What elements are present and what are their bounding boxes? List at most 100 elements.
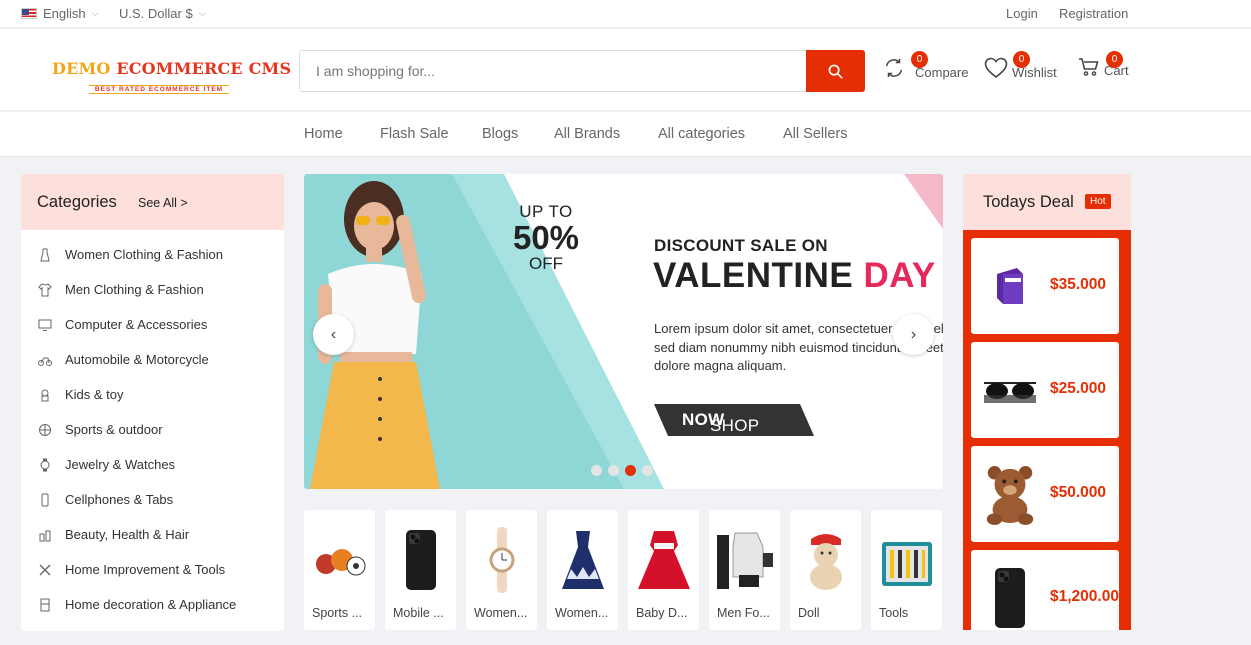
smartphone-icon bbox=[385, 520, 456, 600]
registration-link[interactable]: Registration bbox=[1059, 6, 1128, 21]
search-input[interactable] bbox=[300, 51, 806, 91]
category-label: Beauty, Health & Hair bbox=[65, 527, 190, 542]
software-box-icon bbox=[981, 256, 1039, 316]
nav-all-categories[interactable]: All categories bbox=[658, 126, 745, 142]
slider-dot[interactable] bbox=[642, 465, 653, 476]
todays-deal-panel: Todays Deal Hot $35.000 $25.000 $50.000 $1,… bbox=[963, 174, 1131, 630]
search-button[interactable] bbox=[806, 50, 865, 92]
shirt-icon bbox=[38, 282, 52, 297]
todays-deal-title: Todays Deal bbox=[983, 193, 1074, 211]
currency-selector[interactable]: U.S. Dollar $ ⌵ bbox=[119, 6, 206, 21]
currency-label: U.S. Dollar $ bbox=[119, 6, 193, 21]
product-name: Men Fo... bbox=[717, 606, 770, 620]
search-icon bbox=[828, 64, 843, 78]
category-item[interactable]: Beauty, Health & Hair bbox=[21, 517, 284, 552]
category-item[interactable]: Kids & toy bbox=[21, 377, 284, 412]
wishlist-button[interactable]: 0 Wishlist bbox=[984, 51, 1057, 80]
men-outfit-icon bbox=[709, 520, 780, 600]
shop-now-button[interactable]: SHOP NOW bbox=[654, 404, 814, 436]
category-item[interactable]: Home Improvement & Tools bbox=[21, 552, 284, 587]
category-label: Automobile & Motorcycle bbox=[65, 352, 209, 367]
nav-blogs[interactable]: Blogs bbox=[482, 126, 518, 142]
product-name: Doll bbox=[798, 606, 820, 620]
deal-price: $50.000 bbox=[1050, 484, 1107, 501]
baby-dress-icon bbox=[628, 520, 699, 600]
category-item[interactable]: Automobile & Motorcycle bbox=[21, 342, 284, 377]
category-product-card[interactable]: Women... bbox=[547, 510, 618, 630]
category-label: Cellphones & Tabs bbox=[65, 492, 174, 507]
todays-deal-header: Todays Deal Hot bbox=[963, 174, 1131, 230]
compare-count-badge: 0 bbox=[911, 51, 928, 68]
dress-icon bbox=[547, 520, 618, 600]
smartphone-icon bbox=[981, 568, 1039, 628]
chevron-left-icon: ‹ bbox=[330, 325, 337, 343]
heart-icon bbox=[984, 57, 1008, 79]
deal-card[interactable]: $25.000 bbox=[971, 342, 1119, 438]
category-product-card[interactable]: Doll bbox=[790, 510, 861, 630]
motorcycle-icon bbox=[38, 353, 52, 367]
promo-percent: UP TO 50% OFF bbox=[502, 202, 590, 274]
language-selector[interactable]: English ⌵ bbox=[21, 6, 98, 21]
slider-dot[interactable] bbox=[608, 465, 619, 476]
nav-home[interactable]: Home bbox=[304, 126, 343, 142]
toolbox-icon bbox=[871, 520, 942, 600]
category-product-card[interactable]: Mobile ... bbox=[385, 510, 456, 630]
language-label: English bbox=[43, 6, 86, 21]
sunglasses-icon bbox=[981, 360, 1039, 420]
logo-tagline: BEST RATED ECOMMERCE ITEM bbox=[88, 85, 230, 94]
chevron-right-icon: › bbox=[910, 325, 917, 343]
header: DEMO ECOMMERCE CMS BEST RATED ECOMMERCE … bbox=[0, 29, 1251, 111]
sports-icon bbox=[38, 423, 52, 437]
category-product-card[interactable]: Sports ... bbox=[304, 510, 375, 630]
banner-next-button[interactable]: › bbox=[893, 314, 934, 355]
category-item[interactable]: Women Clothing & Fashion bbox=[21, 237, 284, 272]
category-label: Women Clothing & Fashion bbox=[65, 247, 224, 262]
hero-banner[interactable]: UP TO 50% OFF DISCOUNT SALE ON VALENTINE… bbox=[304, 174, 943, 489]
appliance-icon bbox=[38, 598, 52, 612]
compare-button[interactable]: 0 Compare bbox=[883, 51, 968, 80]
compare-icon bbox=[885, 58, 903, 78]
categories-title: Categories bbox=[37, 193, 117, 211]
category-product-card[interactable]: Women... bbox=[466, 510, 537, 630]
category-label: Computer & Accessories bbox=[65, 317, 208, 332]
cart-button[interactable]: 0 Cart bbox=[1078, 51, 1129, 78]
category-item[interactable]: Jewelry & Watches bbox=[21, 447, 284, 482]
slider-dot[interactable] bbox=[625, 465, 636, 476]
nav-flash-sale[interactable]: Flash Sale bbox=[380, 126, 449, 142]
hot-badge: Hot bbox=[1085, 194, 1111, 209]
login-link[interactable]: Login bbox=[1006, 6, 1038, 21]
category-item[interactable]: Cellphones & Tabs bbox=[21, 482, 284, 517]
category-item[interactable]: Computer & Accessories bbox=[21, 307, 284, 342]
product-name: Women... bbox=[474, 606, 528, 620]
site-logo[interactable]: DEMO ECOMMERCE CMS BEST RATED ECOMMERCE … bbox=[52, 59, 291, 96]
shop-text: SHOP bbox=[710, 416, 760, 435]
category-label: Men Clothing & Fashion bbox=[65, 282, 204, 297]
valentine-heading: VALENTINE DAY bbox=[653, 256, 936, 296]
cart-count-badge: 0 bbox=[1106, 51, 1123, 68]
dress-icon bbox=[38, 248, 52, 262]
shop-now-label: SHOP NOW bbox=[682, 410, 759, 435]
categories-header: Categories See All > bbox=[21, 174, 284, 230]
deal-card[interactable]: $35.000 bbox=[971, 238, 1119, 334]
banner-prev-button[interactable]: ‹ bbox=[313, 314, 354, 355]
nav-all-brands[interactable]: All Brands bbox=[554, 126, 620, 142]
deal-price: $25.000 bbox=[1050, 380, 1107, 397]
deal-card[interactable]: $1,200.00 bbox=[971, 550, 1119, 630]
nav-all-sellers[interactable]: All Sellers bbox=[783, 126, 847, 142]
logo-text-a: DEMO bbox=[52, 59, 111, 78]
category-item[interactable]: Men Clothing & Fashion bbox=[21, 272, 284, 307]
deal-card[interactable]: $50.000 bbox=[971, 446, 1119, 542]
deal-price: $1,200.00 bbox=[1050, 588, 1119, 605]
see-all-link[interactable]: See All > bbox=[138, 196, 188, 210]
slider-dot[interactable] bbox=[591, 465, 602, 476]
product-name: Mobile ... bbox=[393, 606, 444, 620]
watch-icon bbox=[38, 458, 52, 472]
discount-heading: DISCOUNT SALE ON bbox=[654, 236, 828, 255]
categories-panel: Categories See All > Women Clothing & Fa… bbox=[21, 174, 284, 631]
category-product-card[interactable]: Baby D... bbox=[628, 510, 699, 630]
category-product-card[interactable]: Tools bbox=[871, 510, 942, 630]
category-item[interactable]: Sports & outdoor bbox=[21, 412, 284, 447]
toy-icon bbox=[38, 388, 52, 402]
category-item[interactable]: Home decoration & Appliance bbox=[21, 587, 284, 622]
category-product-card[interactable]: Men Fo... bbox=[709, 510, 780, 630]
